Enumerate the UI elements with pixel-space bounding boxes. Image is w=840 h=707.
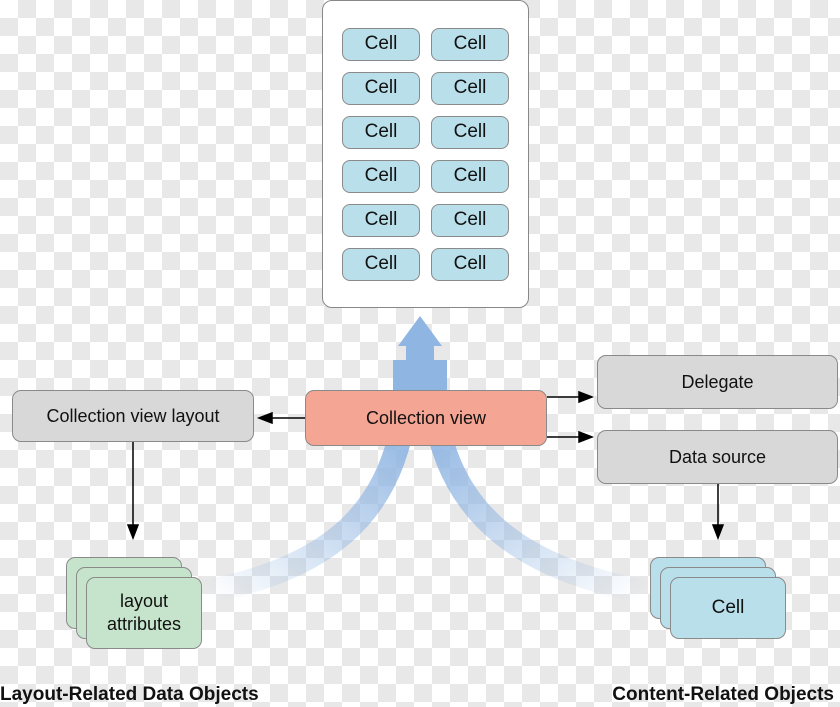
collection-view-frame: Cell Cell Cell Cell Cell Cell Cell Cell … (322, 0, 529, 308)
cell[interactable]: Cell (342, 203, 420, 237)
cell[interactable]: Cell (431, 203, 509, 237)
flow-arrow-head (398, 316, 442, 346)
collection-view-box[interactable]: Collection view (305, 390, 547, 446)
cell[interactable]: Cell (342, 71, 420, 105)
cell[interactable]: Cell (431, 159, 509, 193)
layout-attributes-line2: attributes (106, 614, 182, 634)
arrowhead (711, 524, 725, 541)
layout-attributes-box[interactable]: layout attributes (86, 577, 202, 649)
cell-object-box[interactable]: Cell (670, 577, 786, 639)
cell[interactable]: Cell (342, 27, 420, 61)
cell[interactable]: Cell (431, 247, 509, 281)
collection-view-layout-box[interactable]: Collection view layout (12, 390, 254, 442)
data-source-box[interactable]: Data source (597, 430, 838, 484)
arrowhead (578, 390, 595, 404)
cell[interactable]: Cell (431, 71, 509, 105)
arrowhead (256, 411, 273, 425)
cell[interactable]: Cell (342, 159, 420, 193)
delegate-box[interactable]: Delegate (597, 355, 838, 409)
content-objects-caption: Content-Related Objects (612, 684, 834, 705)
layout-objects-caption: Layout-Related Data Objects (0, 684, 259, 705)
arrowhead (578, 430, 595, 444)
cell[interactable]: Cell (342, 247, 420, 281)
cell[interactable]: Cell (431, 27, 509, 61)
cell[interactable]: Cell (342, 115, 420, 149)
arrowhead (126, 524, 140, 541)
layout-attributes-line1: layout (119, 591, 169, 611)
cell[interactable]: Cell (431, 115, 509, 149)
